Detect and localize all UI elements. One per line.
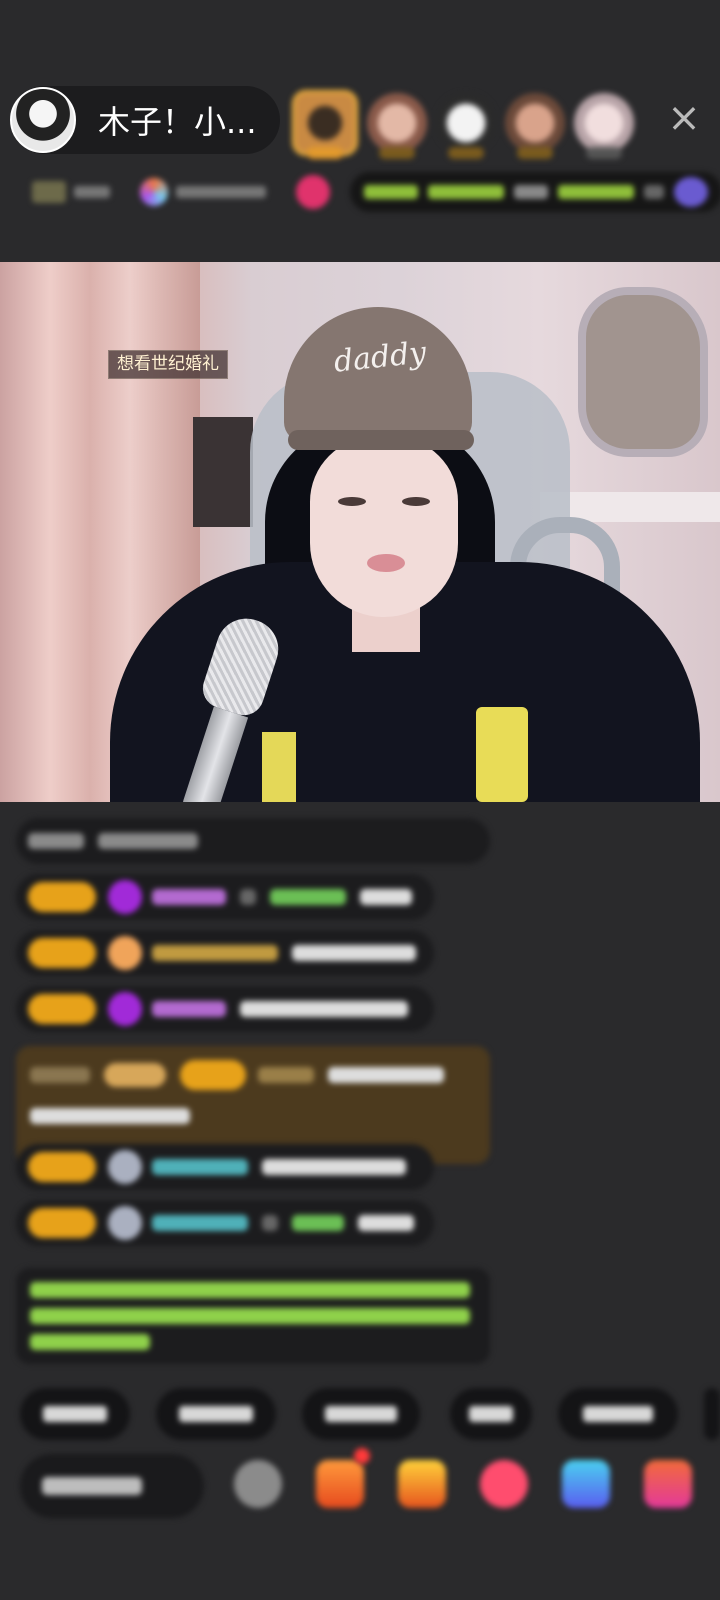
quick-reply-button[interactable] (302, 1388, 420, 1440)
treasure-icon[interactable] (398, 1460, 446, 1508)
system-notice (16, 1268, 490, 1364)
mirror (578, 287, 708, 457)
viewer-avatar[interactable] (574, 93, 634, 159)
emoji-icon[interactable] (234, 1460, 282, 1508)
level-badge (28, 938, 96, 968)
game-icon[interactable] (562, 1460, 610, 1508)
quick-reply-button[interactable] (450, 1388, 532, 1440)
close-icon[interactable]: × (664, 98, 704, 138)
chat-message[interactable] (16, 930, 434, 976)
host-avatar[interactable] (10, 87, 76, 153)
cap-brim (288, 430, 474, 450)
wall-frame (193, 417, 253, 527)
quick-reply-button[interactable] (704, 1388, 720, 1440)
badge-row (22, 170, 720, 214)
viewer-avatar[interactable] (505, 93, 565, 159)
viewer-avatar[interactable] (292, 90, 358, 159)
viewer-avatar[interactable] (367, 93, 427, 159)
more-icon[interactable] (644, 1460, 692, 1508)
fans-chip[interactable] (130, 176, 276, 208)
level-badge (28, 1152, 96, 1182)
eye (402, 497, 430, 506)
gift-icon[interactable] (286, 175, 340, 209)
chat-message[interactable] (16, 874, 434, 920)
chat-message[interactable] (16, 1200, 434, 1246)
chat-message[interactable] (16, 818, 490, 864)
top-viewers (292, 90, 643, 159)
streamer-face (310, 437, 458, 617)
eye (338, 497, 366, 506)
chat-message[interactable] (16, 986, 434, 1032)
promo-banner[interactable] (350, 172, 720, 212)
host-info-pill[interactable]: 木子！小... (10, 86, 280, 154)
level-badge (28, 994, 96, 1024)
quick-reply-button[interactable] (20, 1388, 130, 1440)
level-badge (28, 1208, 96, 1238)
live-video[interactable]: daddy (0, 262, 720, 802)
host-name[interactable]: 木子！小... (98, 97, 257, 143)
comment-input[interactable] (20, 1454, 204, 1518)
chat-message[interactable] (16, 1144, 434, 1190)
quick-reply-button[interactable] (558, 1388, 678, 1440)
video-caption: 想看世纪婚礼 (108, 350, 228, 379)
shirt-print (262, 732, 296, 802)
shirt-print (476, 707, 528, 802)
heart-gift-icon[interactable] (480, 1460, 528, 1508)
gift-box-icon[interactable] (316, 1460, 364, 1508)
viewer-avatar[interactable] (436, 93, 496, 159)
lips (367, 554, 405, 572)
level-chip[interactable] (22, 176, 120, 208)
quick-reply-button[interactable] (156, 1388, 276, 1440)
level-badge (28, 882, 96, 912)
notification-dot (354, 1448, 370, 1464)
